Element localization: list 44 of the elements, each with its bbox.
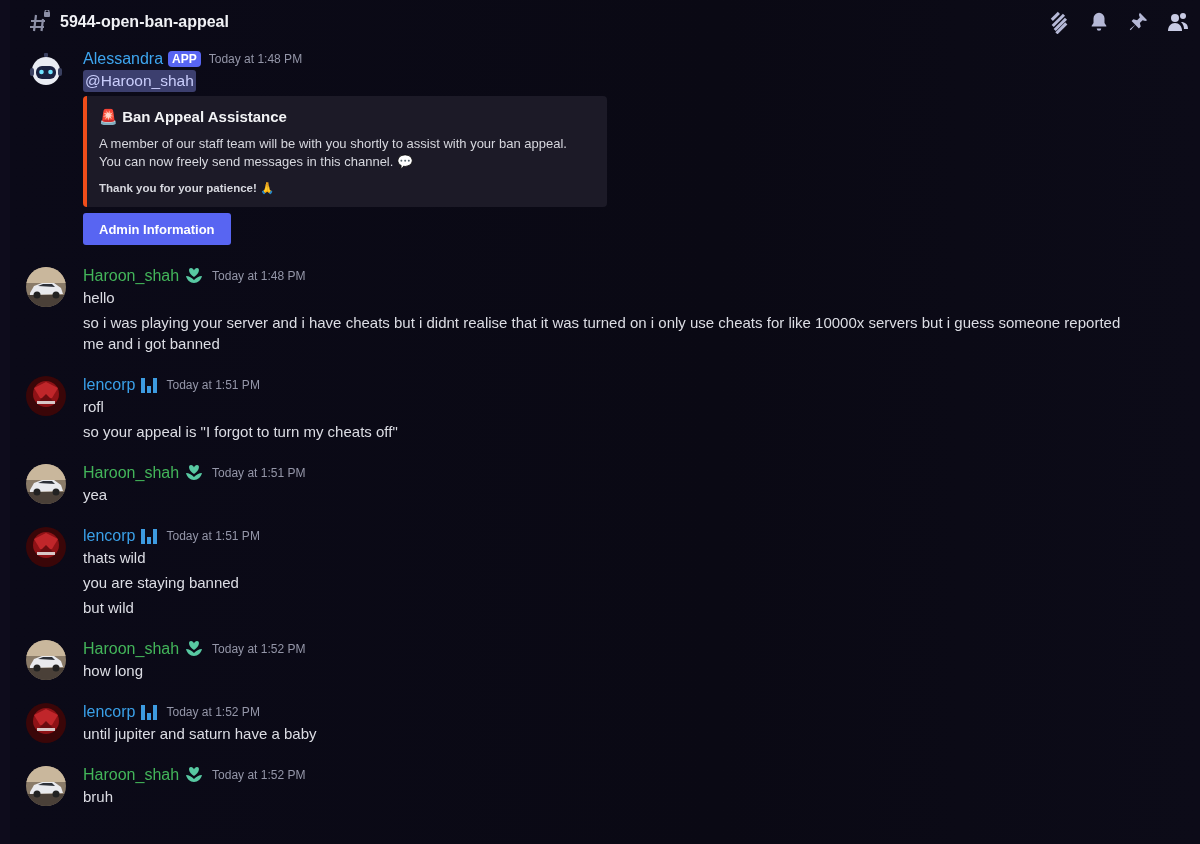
message-text: bruh [83, 787, 115, 807]
embed-text: A member of our staff team will be with you shortly to assist with your ban appeal. You can now freely send messages in this channel. 💬 [99, 135, 568, 171]
message-text: you are staying banned [83, 573, 240, 593]
timestamp: Today at 1:52 PM [212, 768, 306, 782]
embed-title: 🚨 Ban Appeal Assistance [99, 108, 288, 126]
bar-chart-icon [140, 703, 159, 721]
embed-footer: Thank you for your patience! 🙏 [99, 181, 595, 195]
username[interactable]: Haroon_shah [83, 766, 180, 784]
user-mention[interactable]: @Haroon_shah [83, 70, 196, 92]
timestamp: Today at 1:48 PM [212, 269, 306, 283]
leaf-heart-icon [184, 464, 205, 482]
timestamp: Today at 1:48 PM [208, 52, 303, 66]
members-icon[interactable] [1166, 10, 1190, 34]
admin-information-button[interactable]: Admin Information [83, 213, 231, 245]
username[interactable]: lencorp [83, 527, 136, 545]
message-text: hello [83, 288, 116, 308]
pin-icon[interactable] [1127, 11, 1149, 33]
leaf-heart-icon [184, 267, 205, 285]
username[interactable]: Haroon_shah [83, 640, 180, 658]
app-tag: APP [168, 51, 201, 67]
leaf-heart-icon [184, 766, 205, 784]
channel-title: 5944-open-ban-appeal [60, 13, 230, 31]
message-text: how long [83, 661, 145, 681]
bar-chart-icon [140, 527, 159, 545]
message-text: rofl [83, 397, 105, 417]
timestamp: Today at 1:52 PM [166, 705, 260, 719]
timestamp: Today at 1:52 PM [212, 642, 306, 656]
username[interactable]: Haroon_shah [83, 464, 180, 482]
message-text: thats wild [83, 548, 147, 568]
message-text: but wild [83, 598, 135, 618]
timestamp: Today at 1:51 PM [166, 378, 260, 392]
username[interactable]: Haroon_shah [83, 267, 180, 285]
timestamp: Today at 1:51 PM [166, 529, 260, 543]
message-text: until jupiter and saturn have a baby [83, 724, 318, 744]
username[interactable]: lencorp [83, 703, 136, 721]
hashtag-lock-icon [28, 10, 52, 34]
timestamp: Today at 1:51 PM [212, 466, 306, 480]
message-text: so your appeal is "I forgot to turn my cheats off" [83, 422, 399, 442]
leaf-heart-icon [184, 640, 205, 658]
bar-chart-icon [140, 376, 159, 394]
username[interactable]: Alessandra [83, 50, 164, 68]
message-text: so i was playing your server and i have cheats but i didnt realise that it was turned on i only use cheats for like 10000x servers but i guess someone reported me and i got banned [83, 313, 1122, 354]
message-text: yea [83, 485, 109, 505]
username[interactable]: lencorp [83, 376, 136, 394]
